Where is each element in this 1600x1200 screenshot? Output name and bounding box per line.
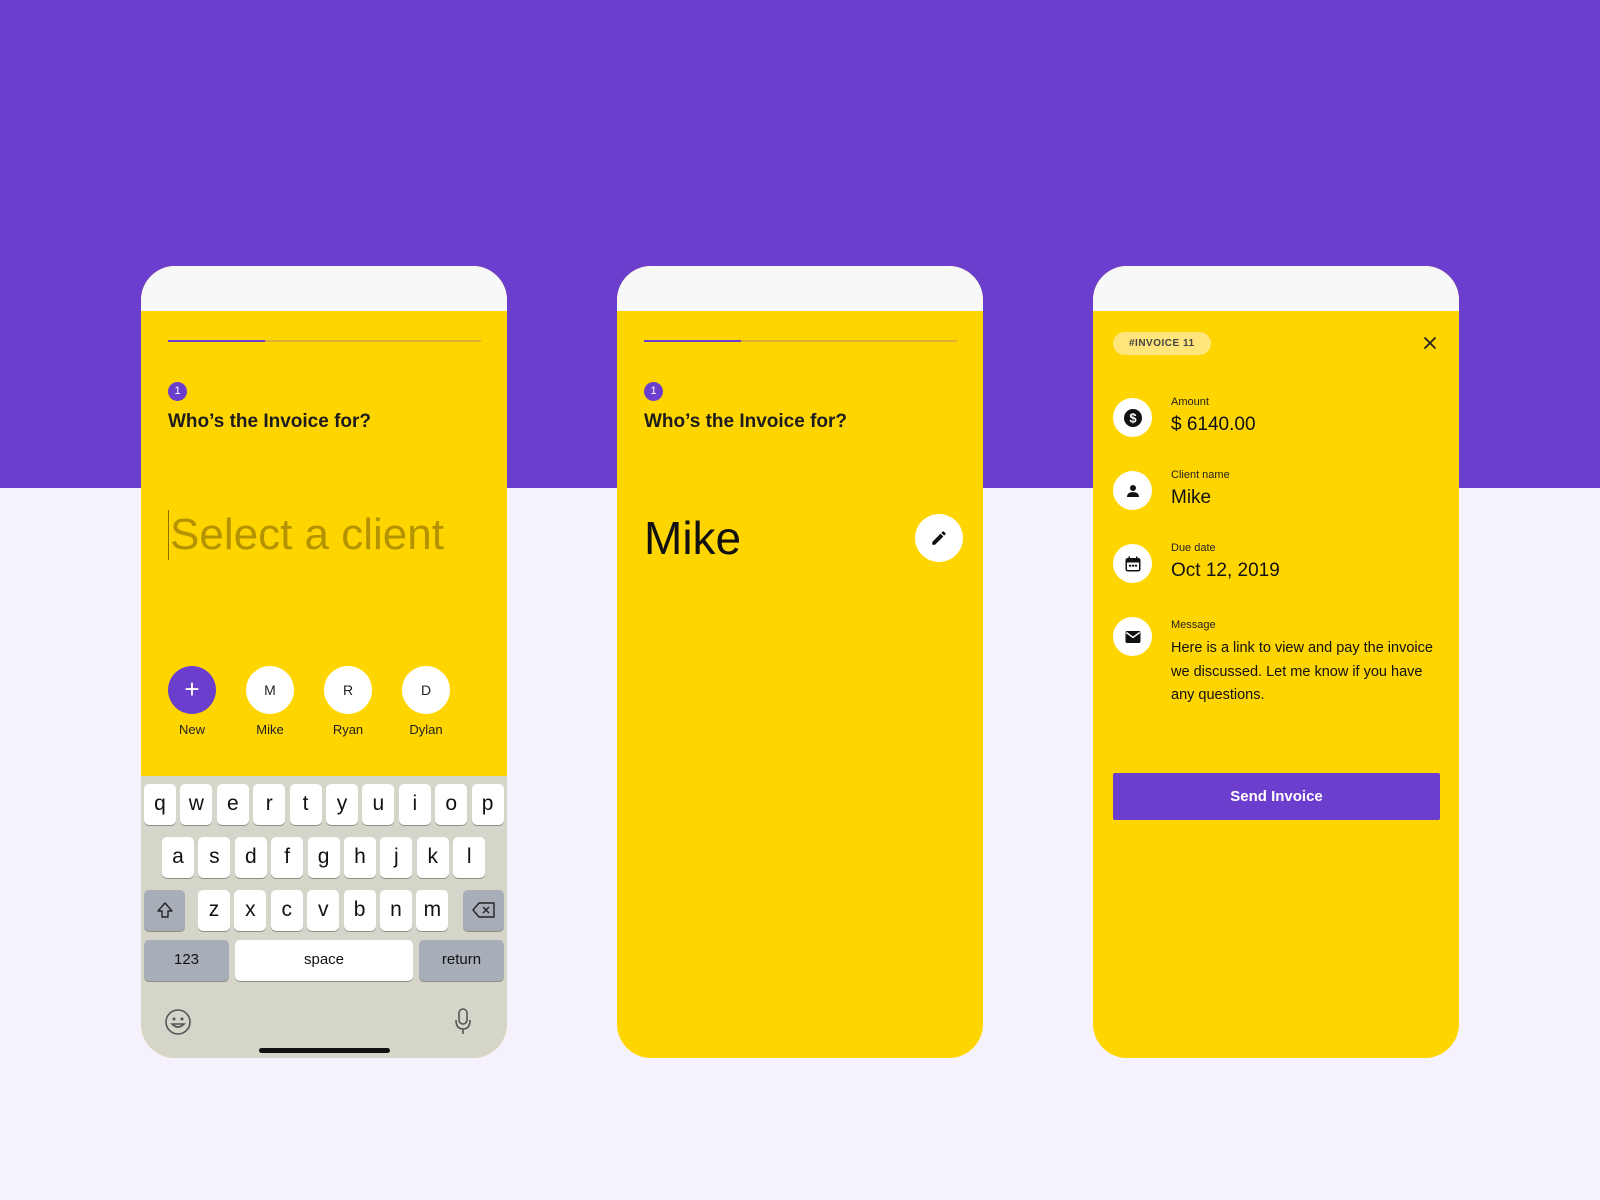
key-k[interactable]: k	[416, 837, 449, 878]
key-r[interactable]: r	[253, 784, 286, 825]
client-item-mike[interactable]: M Mike	[246, 666, 294, 737]
key-o[interactable]: o	[435, 784, 468, 825]
backspace-icon	[471, 902, 495, 918]
key-h[interactable]: h	[344, 837, 376, 878]
dollar-icon: $	[1113, 398, 1152, 437]
key-z[interactable]: z	[198, 890, 230, 931]
emoji-icon[interactable]	[164, 1008, 192, 1041]
key-n[interactable]: n	[380, 890, 412, 931]
phone-screen-invoice-summary: #INVOICE 11 $ Amount $ 6140.00 Client na…	[1093, 266, 1459, 1058]
calendar-icon	[1113, 544, 1152, 583]
message-value: Here is a link to view and pay the invoi…	[1171, 640, 1433, 703]
key-s[interactable]: s	[198, 837, 231, 878]
mail-icon	[1113, 617, 1152, 656]
close-button[interactable]	[1421, 334, 1439, 352]
send-invoice-button[interactable]: Send Invoice	[1113, 773, 1440, 820]
shift-key[interactable]	[144, 890, 185, 931]
due-date-label: Due date	[1171, 542, 1216, 554]
phone-screen-select-client: 1 Who’s the Invoice for? + New M Mike R …	[141, 266, 507, 1058]
edit-client-button[interactable]	[915, 514, 963, 562]
key-l[interactable]: l	[453, 837, 486, 878]
avatar: R	[324, 666, 372, 714]
due-date-value: Oct 12, 2019	[1171, 560, 1280, 581]
key-d[interactable]: d	[234, 837, 267, 878]
avatar: M	[246, 666, 294, 714]
key-p[interactable]: p	[471, 784, 504, 825]
client-label: Mike	[256, 722, 284, 737]
key-e[interactable]: e	[216, 784, 249, 825]
on-screen-keyboard: qwertyuiop asdfghjkl zxcvbnm 123 space r…	[141, 776, 507, 1058]
space-key[interactable]: space	[235, 940, 413, 981]
status-bar	[1093, 266, 1459, 311]
key-g[interactable]: g	[307, 837, 340, 878]
microphone-icon[interactable]	[455, 1007, 471, 1042]
status-bar	[141, 266, 507, 311]
amount-label: Amount	[1171, 396, 1209, 408]
client-name-value: Mike	[1171, 487, 1212, 508]
person-icon	[1113, 471, 1152, 510]
client-item-dylan[interactable]: D Dylan	[402, 666, 450, 737]
selected-client-name: Mike	[644, 512, 742, 564]
amount-value: $ 6140.00	[1171, 414, 1256, 435]
plus-icon: +	[168, 666, 216, 714]
key-y[interactable]: y	[326, 784, 358, 825]
backspace-key[interactable]	[463, 890, 504, 931]
question-title: Who’s the Invoice for?	[168, 411, 372, 432]
progress-fill	[644, 340, 742, 342]
phone-screen-client-selected: 1 Who’s the Invoice for? Mike	[617, 266, 983, 1058]
client-new-button[interactable]: + New	[168, 666, 216, 737]
key-m[interactable]: m	[416, 890, 449, 931]
home-indicator	[259, 1048, 390, 1053]
key-j[interactable]: j	[380, 837, 413, 878]
client-item-ryan[interactable]: R Ryan	[324, 666, 372, 737]
pencil-icon	[932, 531, 946, 545]
invoice-number-badge: #INVOICE 11	[1113, 332, 1211, 355]
progress-bar	[644, 340, 957, 342]
client-name-label: Client name	[1171, 469, 1230, 481]
key-i[interactable]: i	[398, 784, 431, 825]
key-u[interactable]: u	[362, 784, 395, 825]
question-title: Who’s the Invoice for?	[644, 411, 848, 432]
key-q[interactable]: q	[144, 784, 176, 825]
client-label: Ryan	[332, 722, 364, 737]
close-icon	[1424, 337, 1436, 349]
key-x[interactable]: x	[234, 890, 267, 931]
message-label: Message	[1171, 619, 1216, 631]
key-f[interactable]: f	[271, 837, 304, 878]
key-w[interactable]: w	[180, 784, 213, 825]
progress-fill	[168, 340, 266, 342]
avatar: D	[402, 666, 450, 714]
return-key[interactable]: return	[419, 940, 504, 981]
step-number-badge: 1	[168, 382, 187, 401]
client-label: New	[178, 722, 205, 737]
svg-text:$: $	[1129, 410, 1137, 425]
key-t[interactable]: t	[289, 784, 322, 825]
progress-bar	[168, 340, 481, 342]
status-bar	[617, 266, 983, 311]
key-c[interactable]: c	[270, 890, 303, 931]
client-label: Dylan	[409, 722, 443, 737]
numbers-key[interactable]: 123	[144, 940, 229, 981]
client-search-input[interactable]	[168, 510, 468, 560]
key-a[interactable]: a	[162, 837, 194, 878]
step-number-badge: 1	[644, 382, 663, 401]
key-b[interactable]: b	[343, 890, 376, 931]
client-list: + New M Mike R Ryan D Dylan	[168, 666, 450, 737]
key-v[interactable]: v	[307, 890, 340, 931]
shift-icon	[156, 902, 173, 918]
